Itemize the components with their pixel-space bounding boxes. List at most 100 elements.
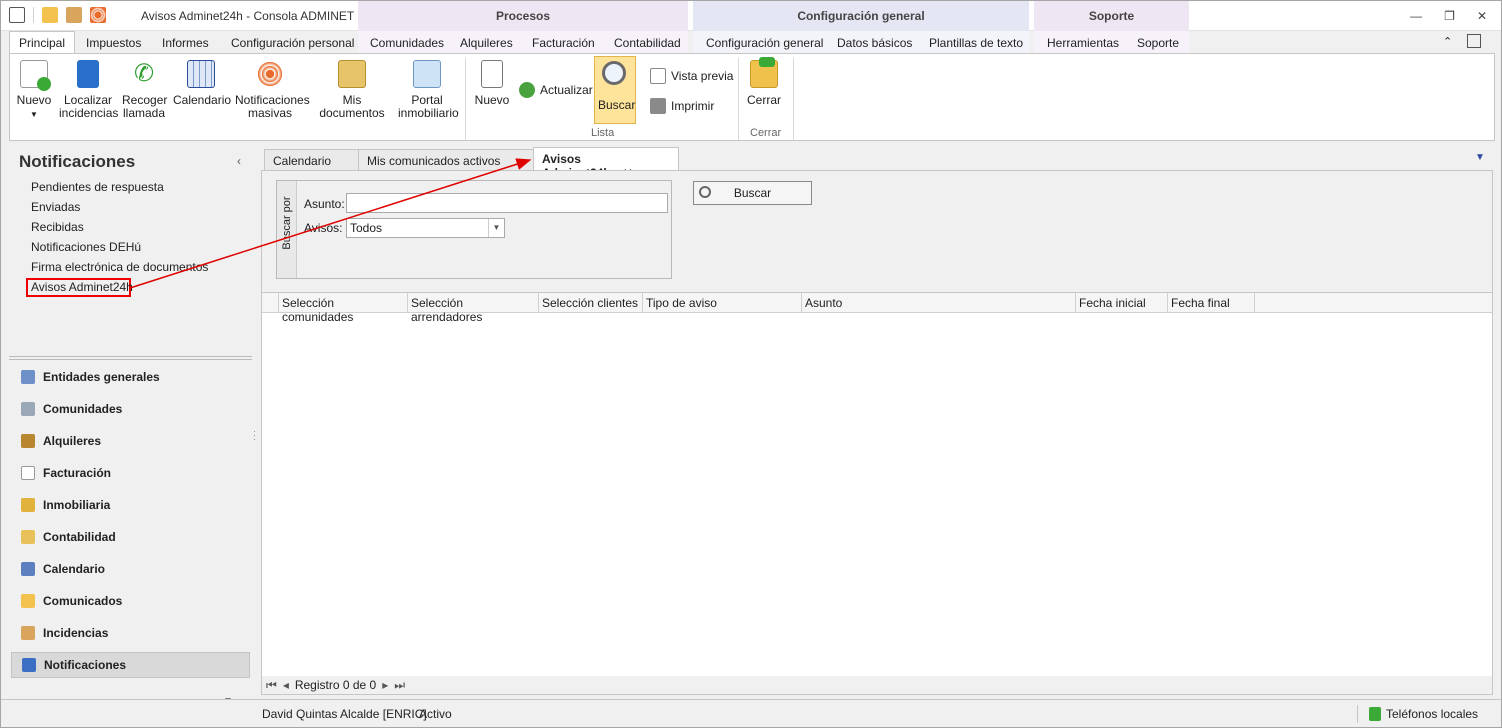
tab-soporte[interactable]: Soporte [1137, 36, 1179, 50]
tab-principal[interactable]: Principal [9, 31, 76, 54]
group-notificaciones[interactable]: Notificaciones [11, 652, 250, 678]
nav-link-recibidas[interactable]: Recibidas [31, 220, 84, 234]
calendario-button[interactable]: Calendario [173, 60, 231, 107]
minimize-icon[interactable]: — [1410, 9, 1422, 23]
col-seleccion-arrendadores[interactable]: Selección arrendadores [407, 293, 538, 324]
mis-documentos-label: Mis documentos [319, 93, 385, 120]
col-seleccion-clientes[interactable]: Selección clientes [538, 293, 642, 313]
portal-label-line1: Portal [411, 93, 443, 107]
tab-configuracion-general[interactable]: Configuración general [706, 36, 823, 50]
open-folder-arrow-icon [750, 57, 778, 88]
imprimir-label: Imprimir [671, 99, 715, 113]
tab-comunidades[interactable]: Comunidades [370, 36, 444, 50]
ribbon-minimize-icon[interactable]: ⌃ [1443, 35, 1452, 48]
col-filler [1254, 293, 1492, 313]
group-comunidades[interactable]: Comunidades [21, 402, 122, 416]
tab-impuestos[interactable]: Impuestos [86, 36, 141, 50]
group-facturacion[interactable]: Facturación [21, 466, 111, 480]
calendar-icon [187, 60, 215, 88]
nav-link-avisos[interactable]: Avisos Adminet24h [31, 280, 133, 294]
tab-informes[interactable]: Informes [162, 36, 209, 50]
collapse-chevron-icon[interactable]: ‹ [237, 154, 241, 168]
first-page-icon[interactable]: ⏮ [266, 678, 277, 693]
next-page-icon[interactable]: ▸ [382, 678, 388, 692]
ledger-icon [21, 530, 35, 544]
context-configuracion: Configuración general [693, 1, 1029, 31]
avisos-select[interactable]: Todos ▼ [346, 218, 505, 238]
localizar-incidencias-button[interactable]: Localizar incidencias [59, 60, 118, 120]
nuevo-label: Nuevo [16, 93, 52, 107]
group-contabilidad[interactable]: Contabilidad [21, 530, 116, 544]
prev-page-icon[interactable]: ◂ [283, 678, 289, 692]
notificaciones-label-line1: Notificaciones [235, 93, 310, 107]
col-asunto[interactable]: Asunto [801, 293, 1075, 313]
nuevo-list-button[interactable]: Nuevo [473, 60, 511, 107]
grid-icon [21, 370, 35, 384]
asunto-input[interactable] [346, 193, 668, 213]
group-incidencias[interactable]: Incidencias [21, 626, 108, 640]
telefonos-locales-button[interactable]: Teléfonos locales [1386, 707, 1478, 721]
group-label: Comunidades [43, 402, 123, 416]
phone-book-icon [77, 60, 99, 88]
chevron-down-icon[interactable]: ▼ [488, 219, 504, 237]
col-fecha-inicial[interactable]: Fecha inicial [1075, 293, 1167, 313]
invoice-icon [21, 466, 35, 480]
tab-list-dropdown-icon[interactable]: ▼ [1475, 152, 1485, 163]
recoger-llamada-button[interactable]: ✆ Recoger llamada [122, 60, 167, 120]
col-fecha-final[interactable]: Fecha final [1167, 293, 1254, 313]
notificaciones-masivas-button[interactable]: Notificaciones masivas [235, 60, 310, 120]
tab-facturacion[interactable]: Facturación [532, 36, 595, 50]
tab-datos-basicos[interactable]: Datos básicos [837, 36, 912, 50]
group-alquileres[interactable]: Alquileres [21, 434, 101, 448]
close-icon[interactable]: ✕ [1477, 9, 1487, 23]
mis-documentos-button[interactable]: Mis documentos [312, 60, 392, 120]
clipboard-icon[interactable] [66, 7, 82, 23]
tab-plantillas-de-texto[interactable]: Plantillas de texto [929, 36, 1023, 50]
tab-contabilidad[interactable]: Contabilidad [614, 36, 681, 50]
actualizar-button[interactable]: Actualizar [519, 82, 593, 98]
group-label: Contabilidad [43, 530, 116, 544]
clipboard-icon [21, 626, 35, 640]
tab-configuracion-personal[interactable]: Configuración personal [231, 36, 354, 50]
cerrar-button[interactable]: Cerrar [746, 57, 782, 107]
portal-inmobiliario-button[interactable]: Portal inmobiliario [398, 60, 459, 120]
nav-link-firma[interactable]: Firma electrónica de documentos [31, 260, 208, 274]
group-separator [465, 58, 466, 140]
app-icon[interactable] [9, 7, 25, 23]
tab-alquileres[interactable]: Alquileres [460, 36, 513, 50]
restore-icon[interactable]: ❐ [1444, 9, 1455, 23]
doc-tab-calendario[interactable]: Calendario [264, 149, 359, 171]
col-tipo-de-aviso[interactable]: Tipo de aviso [642, 293, 801, 313]
exchange-arrows-icon [22, 658, 36, 672]
col-seleccion-comunidades[interactable]: Selección comunidades [278, 293, 407, 324]
preview-icon [650, 68, 666, 84]
nuevo-button[interactable]: Nuevo ▼ [16, 60, 52, 121]
nav-link-pendientes[interactable]: Pendientes de respuesta [31, 180, 164, 194]
search-group-label-panel: Buscar por [277, 181, 297, 278]
imprimir-button[interactable]: Imprimir [650, 98, 714, 114]
group-separator [793, 58, 794, 140]
group-entidades-generales[interactable]: Entidades generales [21, 370, 160, 384]
last-page-icon[interactable]: ⏭ [394, 678, 405, 693]
app-help-icon[interactable] [1467, 34, 1481, 48]
nav-link-enviadas[interactable]: Enviadas [31, 200, 80, 214]
group-label: Alquileres [43, 434, 102, 448]
printer-icon [650, 98, 666, 114]
vista-previa-button[interactable]: Vista previa [650, 68, 733, 84]
doc-tab-mis-comunicados[interactable]: Mis comunicados activos [358, 149, 534, 171]
doc-tab-avisos[interactable]: Avisos Adminet24h✕ [533, 147, 679, 180]
title-bar: Avisos Adminet24h - Consola ADMINET Proc… [1, 1, 1501, 31]
buscar-search-button[interactable]: Buscar [693, 181, 812, 205]
group-inmobiliaria[interactable]: Inmobiliaria [21, 498, 110, 512]
nav-splitter[interactable] [9, 356, 252, 360]
broadcast-icon[interactable] [90, 7, 106, 23]
tab-herramientas[interactable]: Herramientas [1047, 36, 1119, 50]
navigation-pane: Notificaciones ‹ Pendientes de respuesta… [9, 142, 253, 719]
splitter-grip-icon[interactable]: · · · [253, 427, 256, 444]
nuevo-list-label: Nuevo [474, 93, 510, 107]
envelope-icon[interactable] [42, 7, 58, 23]
group-comunicados[interactable]: Comunicados [21, 594, 122, 608]
nav-link-dehu[interactable]: Notificaciones DEHú [31, 240, 141, 254]
buscar-ribbon-button[interactable]: Buscar [594, 56, 636, 124]
group-calendario[interactable]: Calendario [21, 562, 105, 576]
